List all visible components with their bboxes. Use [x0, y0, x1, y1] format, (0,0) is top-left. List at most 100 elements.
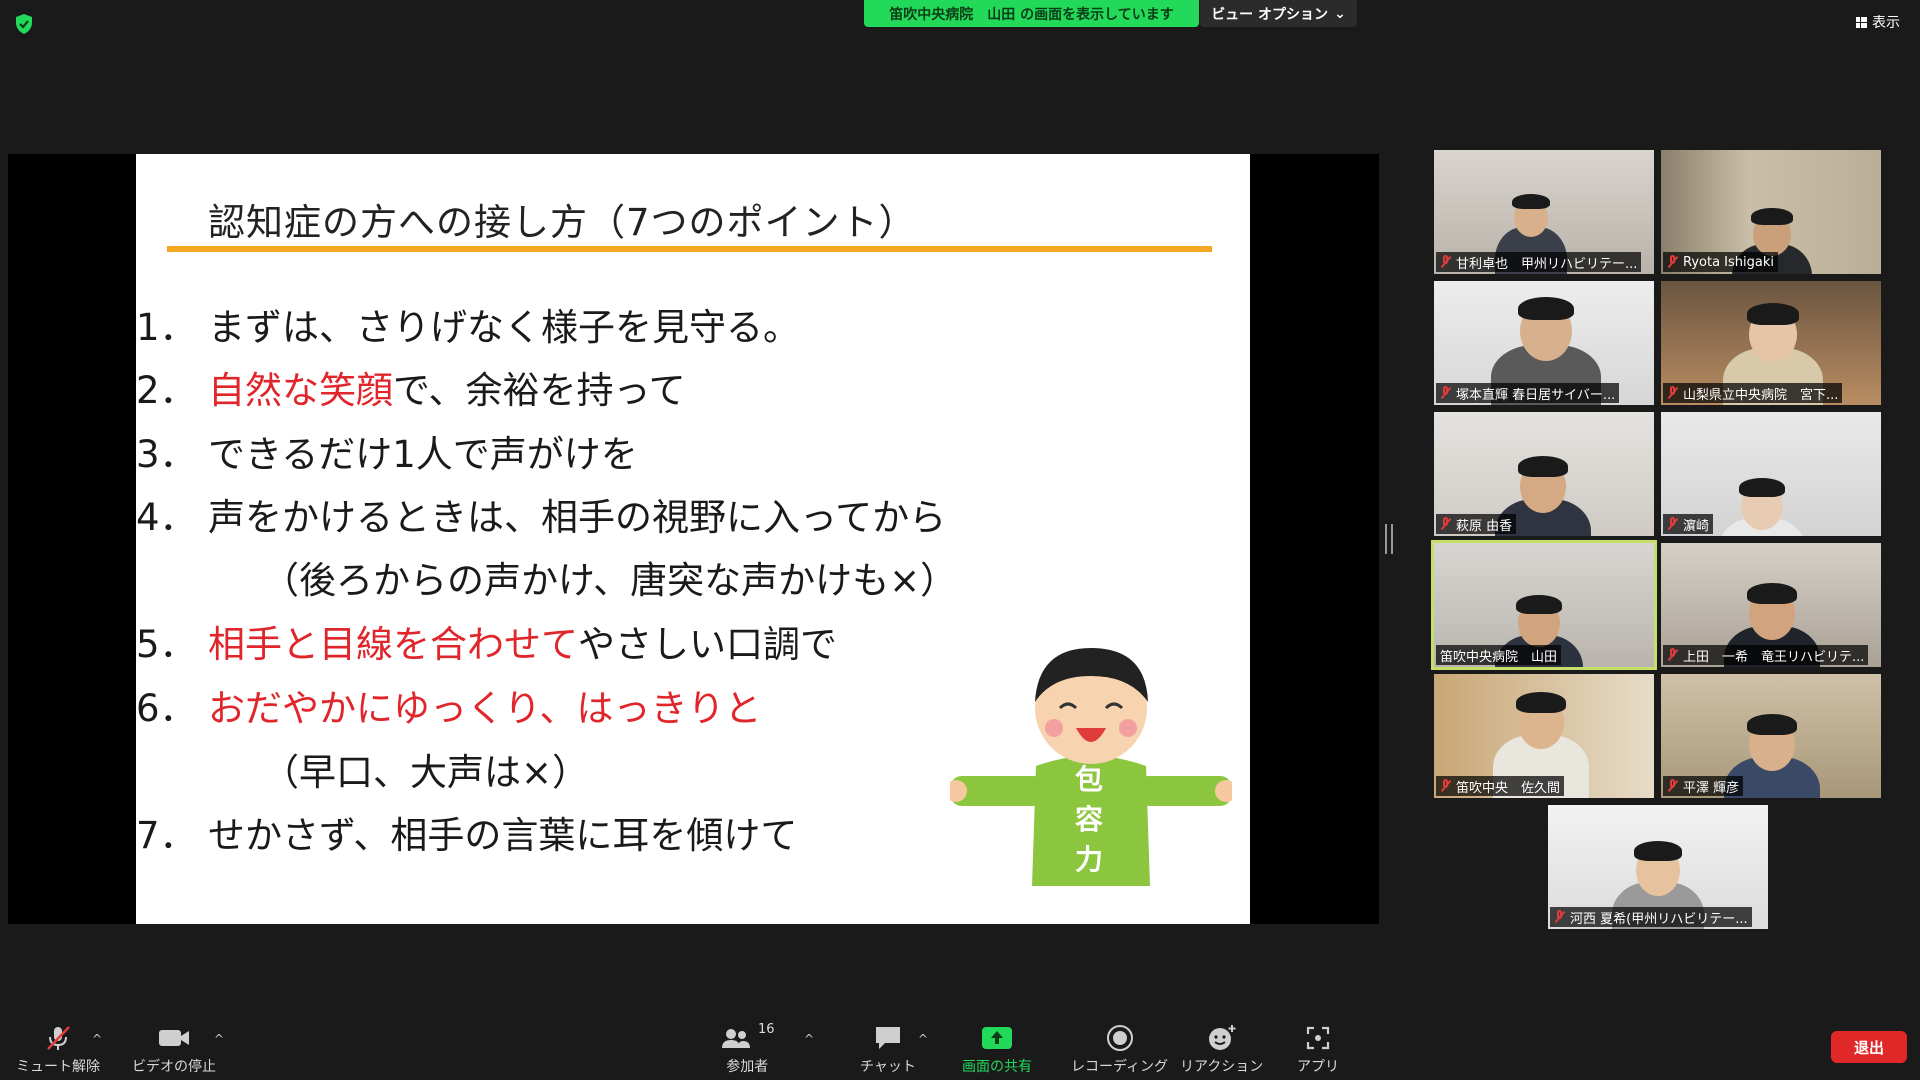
audio-options-caret[interactable]: ^ [92, 1032, 102, 1046]
chat-bubble-icon [875, 1027, 900, 1049]
participants-label: 参加者 [726, 1059, 769, 1075]
slide-title: 認知症の方への接し方（7つのポイント） [208, 201, 917, 244]
participant-name: 山梨県立中央病院 宮下... [1683, 387, 1839, 403]
leave-meeting-button[interactable]: 退出 [1831, 1031, 1907, 1063]
participant-hair [1747, 583, 1797, 604]
stop-video-button[interactable]: ビデオの停止 [132, 1022, 216, 1076]
participants-icon [722, 1029, 750, 1048]
participant-tile[interactable]: Ryota Ishigaki [1661, 150, 1881, 274]
participant-nameplate: 塚本直輝 春日居サイバー... [1436, 383, 1620, 403]
participant-hair [1516, 595, 1562, 614]
participant-tile[interactable]: 河西 夏希(甲州リハビリテー... [1548, 805, 1768, 929]
muted-mic-icon [1667, 386, 1679, 400]
video-options-caret[interactable]: ^ [214, 1032, 224, 1046]
participant-hair [1516, 692, 1566, 713]
reaction-smiley-icon [1208, 1025, 1236, 1050]
participant-name: 萩原 由香 [1456, 518, 1513, 534]
view-toggle-label: 表示 [1872, 15, 1900, 31]
point-3: 3． できるだけ1人で声がけを [136, 433, 638, 476]
chevron-down-icon: ⌄ [1334, 5, 1346, 22]
participant-name: 平澤 輝彦 [1683, 780, 1740, 796]
point-6-note: （早口、大声は×） [262, 751, 590, 794]
participant-name: 甘利卓也 甲州リハビリテー... [1456, 256, 1638, 272]
participant-nameplate: 濵崎 [1663, 514, 1714, 534]
panel-resize-handle[interactable] [1385, 524, 1393, 554]
muted-mic-icon [1667, 255, 1679, 269]
point-7: 7． せかさず、相手の言葉に耳を傾けて [136, 814, 798, 857]
participant-nameplate: 萩原 由香 [1436, 514, 1517, 534]
chat-button[interactable]: チャット [860, 1022, 916, 1076]
participants-count: 16 [758, 1022, 775, 1037]
video-camera-icon [159, 1030, 189, 1046]
view-options-label: ビュー オプション [1211, 6, 1329, 23]
participant-tile[interactable]: 濵崎 [1661, 412, 1881, 536]
point-5: 5． 相手と目線を合わせてやさしい口調で [136, 623, 837, 666]
recording-button[interactable]: レコーディング [1071, 1022, 1168, 1076]
participant-hair [1518, 456, 1568, 477]
participant-name: 笛吹中央病院 山田 [1440, 649, 1558, 665]
share-screen-icon [982, 1027, 1012, 1049]
participant-name: 上田 一希 竜王リハビリテ... [1683, 649, 1865, 665]
record-icon [1106, 1025, 1133, 1051]
muted-mic-icon [1440, 386, 1452, 400]
muted-mic-icon [1440, 517, 1452, 531]
participant-nameplate: 笛吹中央病院 山田 [1436, 645, 1562, 665]
apps-icon [1306, 1026, 1330, 1050]
participant-hair [1751, 208, 1793, 226]
point-1: 1． まずは、さりげなく様子を見守る。 [136, 306, 800, 349]
security-shield-icon[interactable] [12, 12, 36, 36]
participants-button[interactable]: 16 参加者 [720, 1022, 775, 1076]
participant-tile[interactable]: 笛吹中央病院 山田 [1431, 540, 1657, 670]
participant-hair [1512, 194, 1550, 210]
point-4-note: （後ろからの声かけ、唐突な声かけも×） [262, 559, 958, 602]
point-4: 4． 声をかけるときは、相手の視野に入ってから [136, 496, 947, 539]
participant-tile[interactable]: 上田 一希 竜王リハビリテ... [1661, 543, 1881, 667]
title-underline [167, 246, 1212, 252]
screen-share-banner: 笛吹中央病院 山田 の画面を表示しています [864, 0, 1199, 27]
participant-tile[interactable]: 山梨県立中央病院 宮下... [1661, 281, 1881, 405]
participant-hair [1739, 478, 1785, 497]
apps-button[interactable]: アプリ [1297, 1022, 1339, 1076]
participant-nameplate: Ryota Ishigaki [1663, 252, 1778, 272]
muted-mic-icon [1440, 779, 1452, 793]
share-screen-button[interactable]: 画面の共有 [962, 1022, 1032, 1076]
grid-view-icon [1856, 16, 1867, 28]
participant-name: 笛吹中央 佐久間 [1456, 780, 1561, 796]
view-toggle-button[interactable]: 表示 [1856, 12, 1900, 32]
chat-label: チャット [860, 1059, 916, 1075]
participant-name: 河西 夏希(甲州リハビリテー... [1570, 911, 1748, 927]
participant-nameplate: 山梨県立中央病院 宮下... [1663, 383, 1843, 403]
muted-mic-icon [1667, 517, 1679, 531]
muted-mic-icon [1440, 255, 1452, 269]
reactions-button[interactable]: リアクション [1180, 1022, 1263, 1076]
participant-name: 濵崎 [1683, 518, 1710, 534]
participant-name: Ryota Ishigaki [1683, 254, 1774, 270]
unmute-button[interactable]: ミュート解除 [16, 1022, 100, 1076]
muted-mic-icon [1554, 910, 1566, 924]
participant-hair [1634, 841, 1682, 861]
participant-name: 塚本直輝 春日居サイバー... [1456, 387, 1616, 403]
reactions-label: リアクション [1180, 1059, 1264, 1075]
muted-mic-icon [1667, 779, 1679, 793]
participant-nameplate: 河西 夏希(甲州リハビリテー... [1550, 907, 1752, 927]
point-6: 6． おだやかにゆっくり、はっきりと [136, 687, 762, 730]
participant-nameplate: 平澤 輝彦 [1663, 776, 1744, 796]
muted-mic-icon [1667, 648, 1679, 662]
participant-tile[interactable]: 甘利卓也 甲州リハビリテー... [1434, 150, 1654, 274]
participant-tile[interactable]: 笛吹中央 佐久間 [1434, 674, 1654, 798]
participant-nameplate: 笛吹中央 佐久間 [1436, 776, 1565, 796]
microphone-muted-icon [47, 1026, 70, 1050]
chat-options-caret[interactable]: ^ [918, 1032, 928, 1046]
participant-tile[interactable]: 塚本直輝 春日居サイバー... [1434, 281, 1654, 405]
share-screen-label: 画面の共有 [962, 1059, 1032, 1075]
participant-hair [1747, 303, 1799, 325]
view-options-menu[interactable]: ビュー オプション ⌄ [1200, 0, 1357, 27]
participant-tile[interactable]: 平澤 輝彦 [1661, 674, 1881, 798]
apps-label: アプリ [1297, 1059, 1339, 1075]
mascot-shirt-text: 包容力 [1074, 763, 1103, 876]
participants-options-caret[interactable]: ^ [804, 1032, 814, 1046]
stop-video-label: ビデオの停止 [132, 1059, 216, 1075]
meeting-toolbar: ミュート解除 ^ ビデオの停止 ^ 16 参加者 ^ チャット ^ 画面の共有 … [0, 1010, 1920, 1080]
participant-tile[interactable]: 萩原 由香 [1434, 412, 1654, 536]
unmute-label: ミュート解除 [16, 1059, 100, 1075]
